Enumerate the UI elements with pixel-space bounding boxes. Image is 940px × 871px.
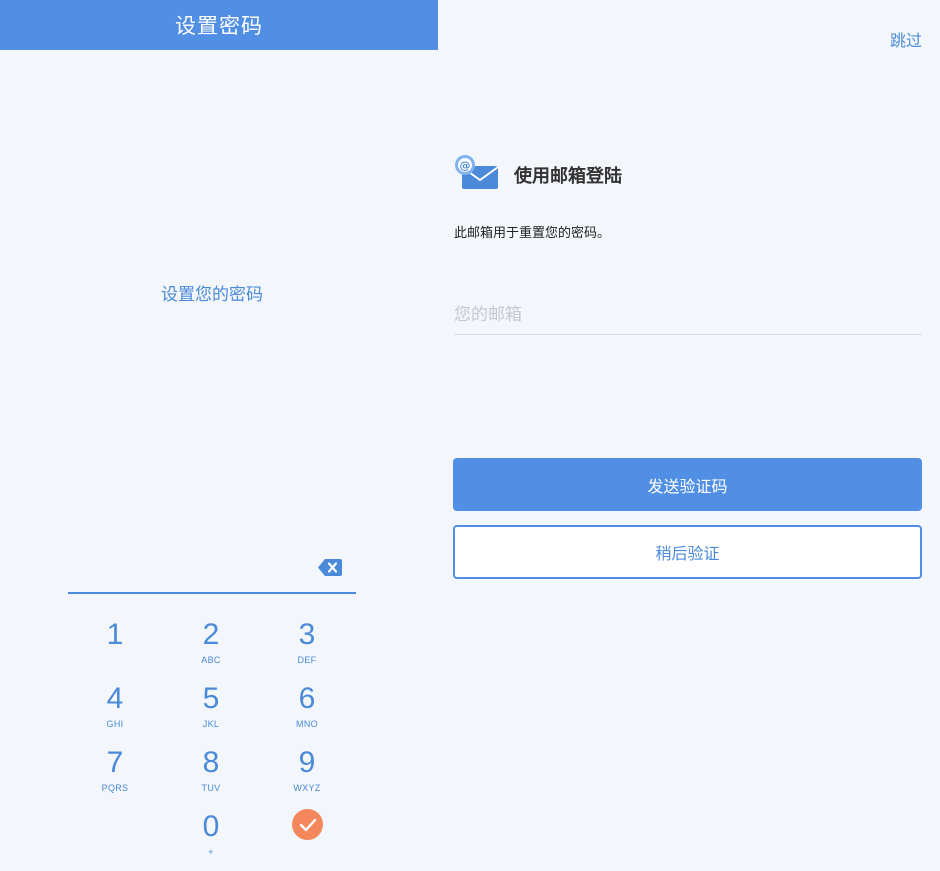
key-3[interactable]: 3 DEF (259, 617, 355, 679)
svg-text:@: @ (460, 159, 471, 172)
verify-later-button[interactable]: 稍后验证 (453, 525, 922, 579)
key-8[interactable]: 8 TUV (163, 745, 259, 807)
key-5[interactable]: 5 JKL (163, 681, 259, 743)
email-login-title: 使用邮箱登陆 (514, 166, 622, 187)
email-icon: @ (454, 154, 500, 192)
pin-prompt: 设置您的密码 (161, 285, 263, 305)
skip-link[interactable]: 跳过 (890, 27, 922, 51)
pin-entry-underline (68, 592, 356, 594)
key-0[interactable]: 0 + (163, 809, 259, 871)
key-6[interactable]: 6 MNO (259, 681, 355, 743)
send-code-button[interactable]: 发送验证码 (453, 458, 922, 511)
backspace-icon[interactable] (318, 559, 342, 576)
key-9[interactable]: 9 WXYZ (259, 745, 355, 807)
check-icon (299, 818, 316, 831)
email-login-panel: 跳过 @ 使用邮箱登陆 此邮箱用于重置您的密码。 发送验证码 稍后验证 (438, 0, 940, 864)
confirm-button[interactable] (292, 809, 323, 840)
key-4[interactable]: 4 GHI (67, 681, 163, 743)
email-input[interactable] (454, 296, 922, 335)
set-password-panel: 设置密码 设置您的密码 1 2 ABC 3 DEF 4 GHI 5 JKL 6 … (0, 0, 438, 864)
email-description: 此邮箱用于重置您的密码。 (454, 226, 611, 241)
page-title: 设置密码 (175, 14, 263, 38)
key-7[interactable]: 7 PQRS (67, 745, 163, 807)
key-2[interactable]: 2 ABC (163, 617, 259, 679)
set-password-header: 设置密码 (0, 0, 438, 50)
key-1[interactable]: 1 (67, 617, 163, 679)
